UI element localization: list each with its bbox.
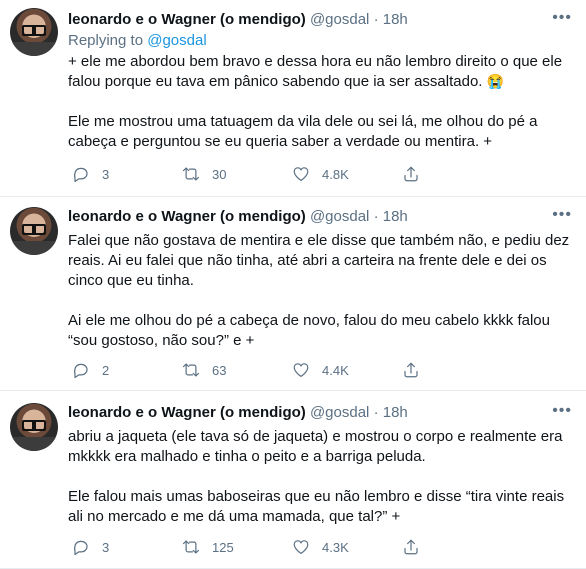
avatar[interactable]	[10, 207, 58, 255]
avatar[interactable]	[10, 8, 58, 56]
tweet-time[interactable]: 18h	[383, 404, 408, 421]
reply-count: 3	[102, 539, 110, 555]
tweet-paragraph: Ele falou mais umas baboseiras que eu nã…	[68, 488, 565, 525]
retweet-button[interactable]: 30	[182, 164, 226, 184]
share-button[interactable]	[402, 537, 420, 557]
shirt-graphic	[10, 42, 58, 56]
separator-dot: ·	[373, 11, 379, 28]
author-handle[interactable]: @gosdal	[310, 11, 369, 28]
tweet-paragraph: Ai ele me olhou do pé a cabeça de novo, …	[68, 312, 550, 349]
reply-count: 3	[102, 166, 110, 182]
tweet-text: abriu a jaqueta (ele tava só de jaqueta)…	[68, 427, 573, 527]
glasses-graphic	[22, 420, 46, 431]
tweet-header: leonardo e o Wagner (o mendigo) @gosdal …	[68, 207, 408, 227]
retweet-count: 30	[212, 166, 227, 182]
tweet-text: Falei que não gostava de mentira e ele d…	[68, 231, 573, 351]
crying-face-emoji: 😭	[486, 73, 505, 89]
share-button[interactable]	[402, 360, 420, 380]
author-handle[interactable]: @gosdal	[310, 208, 369, 225]
share-icon	[404, 362, 418, 378]
tweet-time[interactable]: 18h	[383, 11, 408, 28]
reply-icon	[73, 363, 88, 379]
share-icon	[404, 166, 418, 182]
replying-to-link[interactable]: @gosdal	[147, 32, 206, 49]
tweet-actions: 2 63 4.4K	[72, 360, 512, 380]
tweet-1[interactable]: leonardo e o Wagner (o mendigo) @gosdal …	[0, 0, 586, 197]
reply-count: 2	[102, 362, 110, 378]
like-count: 4.3K	[322, 539, 349, 555]
more-options-icon[interactable]: •••	[552, 403, 572, 419]
retweet-icon	[182, 540, 200, 554]
like-button[interactable]: 4.8K	[292, 164, 349, 184]
heart-icon	[293, 167, 309, 181]
retweet-button[interactable]: 63	[182, 360, 226, 380]
reply-icon	[73, 167, 88, 183]
more-options-icon[interactable]: •••	[552, 207, 572, 223]
replying-prefix: Replying to	[68, 32, 144, 49]
reply-icon	[73, 540, 88, 556]
tweet-3[interactable]: leonardo e o Wagner (o mendigo) @gosdal …	[0, 391, 586, 569]
retweet-icon	[182, 167, 200, 181]
avatar[interactable]	[10, 403, 58, 451]
retweet-count: 63	[212, 362, 227, 378]
tweet-paragraph: Falei que não gostava de mentira e ele d…	[68, 232, 570, 289]
shirt-graphic	[10, 437, 58, 451]
author-handle[interactable]: @gosdal	[310, 404, 369, 421]
like-button[interactable]: 4.4K	[292, 360, 349, 380]
shirt-graphic	[10, 241, 58, 255]
more-options-icon[interactable]: •••	[552, 10, 572, 26]
tweet-header: leonardo e o Wagner (o mendigo) @gosdal …	[68, 403, 408, 423]
author-name[interactable]: leonardo e o Wagner (o mendigo)	[68, 404, 306, 421]
like-count: 4.8K	[322, 166, 349, 182]
retweet-button[interactable]: 125	[182, 537, 234, 557]
retweet-icon	[182, 363, 200, 377]
tweet-paragraph: + ele me abordou bem bravo e dessa hora …	[68, 52, 573, 92]
tweet-time[interactable]: 18h	[383, 208, 408, 225]
tweet-header: leonardo e o Wagner (o mendigo) @gosdal …	[68, 10, 408, 30]
tweet-paragraph: Ele me mostrou uma tatuagem da vila dele…	[68, 113, 538, 150]
tweet-text: + ele me abordou bem bravo e dessa hora …	[68, 52, 573, 152]
tweet-actions: 3 125 4.3K	[72, 537, 512, 557]
separator-dot: ·	[373, 208, 379, 225]
like-count: 4.4K	[322, 362, 349, 378]
reply-button[interactable]: 2	[72, 360, 109, 380]
glasses-graphic	[22, 25, 46, 36]
author-name[interactable]: leonardo e o Wagner (o mendigo)	[68, 11, 306, 28]
reply-button[interactable]: 3	[72, 164, 109, 184]
tweet-actions: 3 30 4.8K	[72, 164, 512, 184]
like-button[interactable]: 4.3K	[292, 537, 349, 557]
heart-icon	[293, 540, 309, 554]
share-icon	[404, 539, 418, 555]
tweet-paragraph: abriu a jaqueta (ele tava só de jaqueta)…	[68, 428, 563, 465]
reply-button[interactable]: 3	[72, 537, 109, 557]
glasses-graphic	[22, 224, 46, 235]
replying-to: Replying to @gosdal	[68, 31, 207, 51]
separator-dot: ·	[373, 404, 379, 421]
share-button[interactable]	[402, 164, 420, 184]
retweet-count: 125	[212, 539, 234, 555]
author-name[interactable]: leonardo e o Wagner (o mendigo)	[68, 208, 306, 225]
heart-icon	[293, 363, 309, 377]
tweet-2[interactable]: leonardo e o Wagner (o mendigo) @gosdal …	[0, 197, 586, 391]
